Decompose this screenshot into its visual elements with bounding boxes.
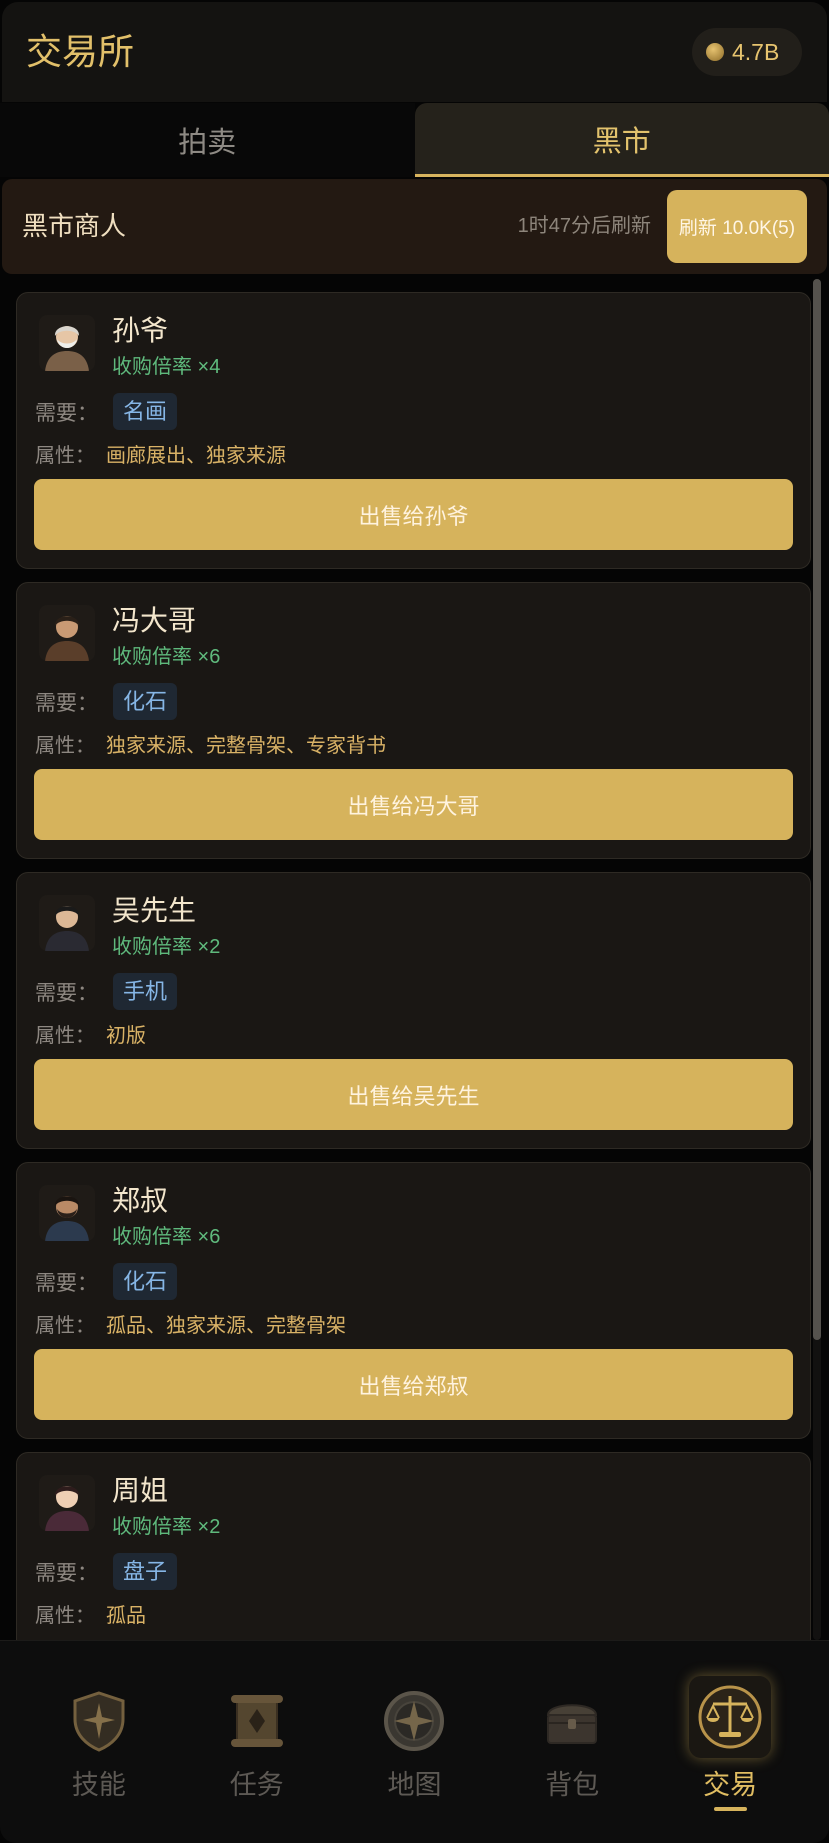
need-item-tag: 手机: [113, 973, 178, 1010]
buyer-card: 吴先生收购倍率 ×2 需要： 手机 属性： 初版出售给吴先生: [16, 872, 811, 1149]
attributes-row: 属性： 画廊展出、独家来源: [35, 439, 286, 467]
sell-button[interactable]: 出售给吴先生: [34, 1059, 793, 1130]
nav-label: 任务: [229, 1770, 284, 1800]
buyer-name: 周姐: [112, 1475, 169, 1506]
sell-button[interactable]: 出售给冯大哥: [34, 769, 793, 840]
buyer-name: 郑叔: [112, 1185, 169, 1216]
coin-icon: [706, 43, 724, 61]
compass-icon: [378, 1685, 450, 1757]
nav-label: 技能: [71, 1770, 126, 1800]
need-item-tag: 化石: [113, 1263, 178, 1300]
attributes-value: 独家来源、完整骨架、专家背书: [106, 734, 386, 757]
attributes-label: 属性：: [35, 734, 95, 757]
scroll-icon: [221, 1685, 293, 1757]
merchant-title: 黑市商人: [22, 211, 127, 241]
purchase-rate: 收购倍率 ×2: [112, 1516, 221, 1538]
need-label: 需要：: [35, 1271, 98, 1295]
purchase-rate: 收购倍率 ×6: [112, 1226, 221, 1248]
buyer-name: 孙爷: [112, 315, 169, 346]
merchant-bar: 黑市商人 1时47分后刷新 刷新 10.0K(5): [2, 179, 827, 274]
nav-label: 地图: [387, 1770, 442, 1800]
avatar: [39, 605, 95, 661]
nav-label: 交易: [703, 1770, 758, 1800]
buyer-name: 冯大哥: [112, 605, 197, 636]
nav-item-tasks[interactable]: 任务: [178, 1641, 336, 1843]
refresh-timer: 1时47分后刷新: [517, 215, 651, 237]
sell-button[interactable]: 出售给孙爷: [34, 479, 793, 550]
purchase-rate: 收购倍率 ×6: [112, 646, 221, 668]
need-item-tag: 名画: [113, 393, 178, 430]
active-indicator: [714, 1807, 748, 1811]
scales-icon: [689, 1676, 772, 1758]
attributes-row: 属性： 孤品: [35, 1599, 146, 1627]
need-row: 需要： 化石: [35, 683, 178, 720]
buyer-card: 郑叔收购倍率 ×6 需要： 化石 属性： 孤品、独家来源、完整骨架出售给郑叔: [16, 1162, 811, 1439]
need-label: 需要：: [35, 1561, 98, 1585]
purchase-rate: 收购倍率 ×2: [112, 936, 221, 958]
avatar: [39, 895, 95, 951]
tab-black-market[interactable]: 黑市: [414, 103, 829, 177]
need-label: 需要：: [35, 981, 98, 1005]
nav-label: 背包: [545, 1770, 600, 1800]
attributes-label: 属性：: [35, 1604, 95, 1627]
attributes-label: 属性：: [35, 1024, 95, 1047]
avatar: [39, 315, 95, 371]
need-item-tag: 盘子: [113, 1553, 178, 1590]
attributes-label: 属性：: [35, 1314, 95, 1337]
need-row: 需要： 手机: [35, 973, 178, 1010]
need-row: 需要： 化石: [35, 1263, 178, 1300]
tab-auction[interactable]: 拍卖: [0, 103, 415, 177]
attributes-value: 孤品: [106, 1604, 146, 1627]
nav-item-map[interactable]: 地图: [336, 1641, 494, 1843]
attributes-label: 属性：: [35, 444, 95, 467]
refresh-button[interactable]: 刷新 10.0K(5): [667, 190, 807, 263]
need-row: 需要： 盘子: [35, 1553, 178, 1590]
attributes-row: 属性： 独家来源、完整骨架、专家背书: [35, 729, 386, 757]
need-item-tag: 化石: [113, 683, 178, 720]
buyer-name: 吴先生: [112, 895, 197, 926]
sell-button[interactable]: 出售给郑叔: [34, 1349, 793, 1420]
attributes-value: 初版: [106, 1024, 146, 1047]
purchase-rate: 收购倍率 ×4: [112, 356, 221, 378]
page-title: 交易所: [26, 31, 135, 72]
attributes-row: 属性： 初版: [35, 1019, 146, 1047]
attributes-value: 画廊展出、独家来源: [106, 444, 286, 467]
nav-item-trade[interactable]: 交易: [651, 1641, 809, 1843]
need-label: 需要：: [35, 691, 98, 715]
nav-item-backpack[interactable]: 背包: [493, 1641, 651, 1843]
need-row: 需要： 名画: [35, 393, 178, 430]
market-tabs: 拍卖 黑市: [0, 103, 829, 177]
nav-item-skills[interactable]: 技能: [20, 1641, 178, 1843]
avatar: [39, 1475, 95, 1531]
buyer-list: 孙爷 收购倍率 ×4 需要： 名画 属性： 画廊展出、独家来源 出售给孙爷 冯大哥 收购倍率 ×…: [0, 279, 829, 1640]
scrollbar-thumb[interactable]: [813, 279, 821, 1340]
coin-balance: 4.7B: [692, 28, 802, 76]
app-header: 交易所 4.7B: [2, 2, 827, 102]
buyer-card: 周姐收购倍率 ×2 需要： 盘子 属性： 孤品: [16, 1452, 811, 1640]
attributes-value: 孤品、独家来源、完整骨架: [106, 1314, 346, 1337]
buyer-card: 冯大哥收购倍率 ×6 需要： 化石 属性： 独家来源、完整骨架、专家背书出售给冯大哥: [16, 582, 811, 859]
bottom-nav: 技能 任务 地图 背包 交易: [0, 1640, 829, 1843]
attributes-row: 属性： 孤品、独家来源、完整骨架: [35, 1309, 346, 1337]
buyer-card: 孙爷收购倍率 ×4 需要： 名画 属性： 画廊展出、独家来源出售给孙爷: [16, 292, 811, 569]
coin-amount: 4.7B: [732, 38, 780, 65]
need-label: 需要：: [35, 401, 98, 425]
avatar: [39, 1185, 95, 1241]
shield-icon: [63, 1685, 135, 1757]
chest-icon: [536, 1685, 608, 1757]
